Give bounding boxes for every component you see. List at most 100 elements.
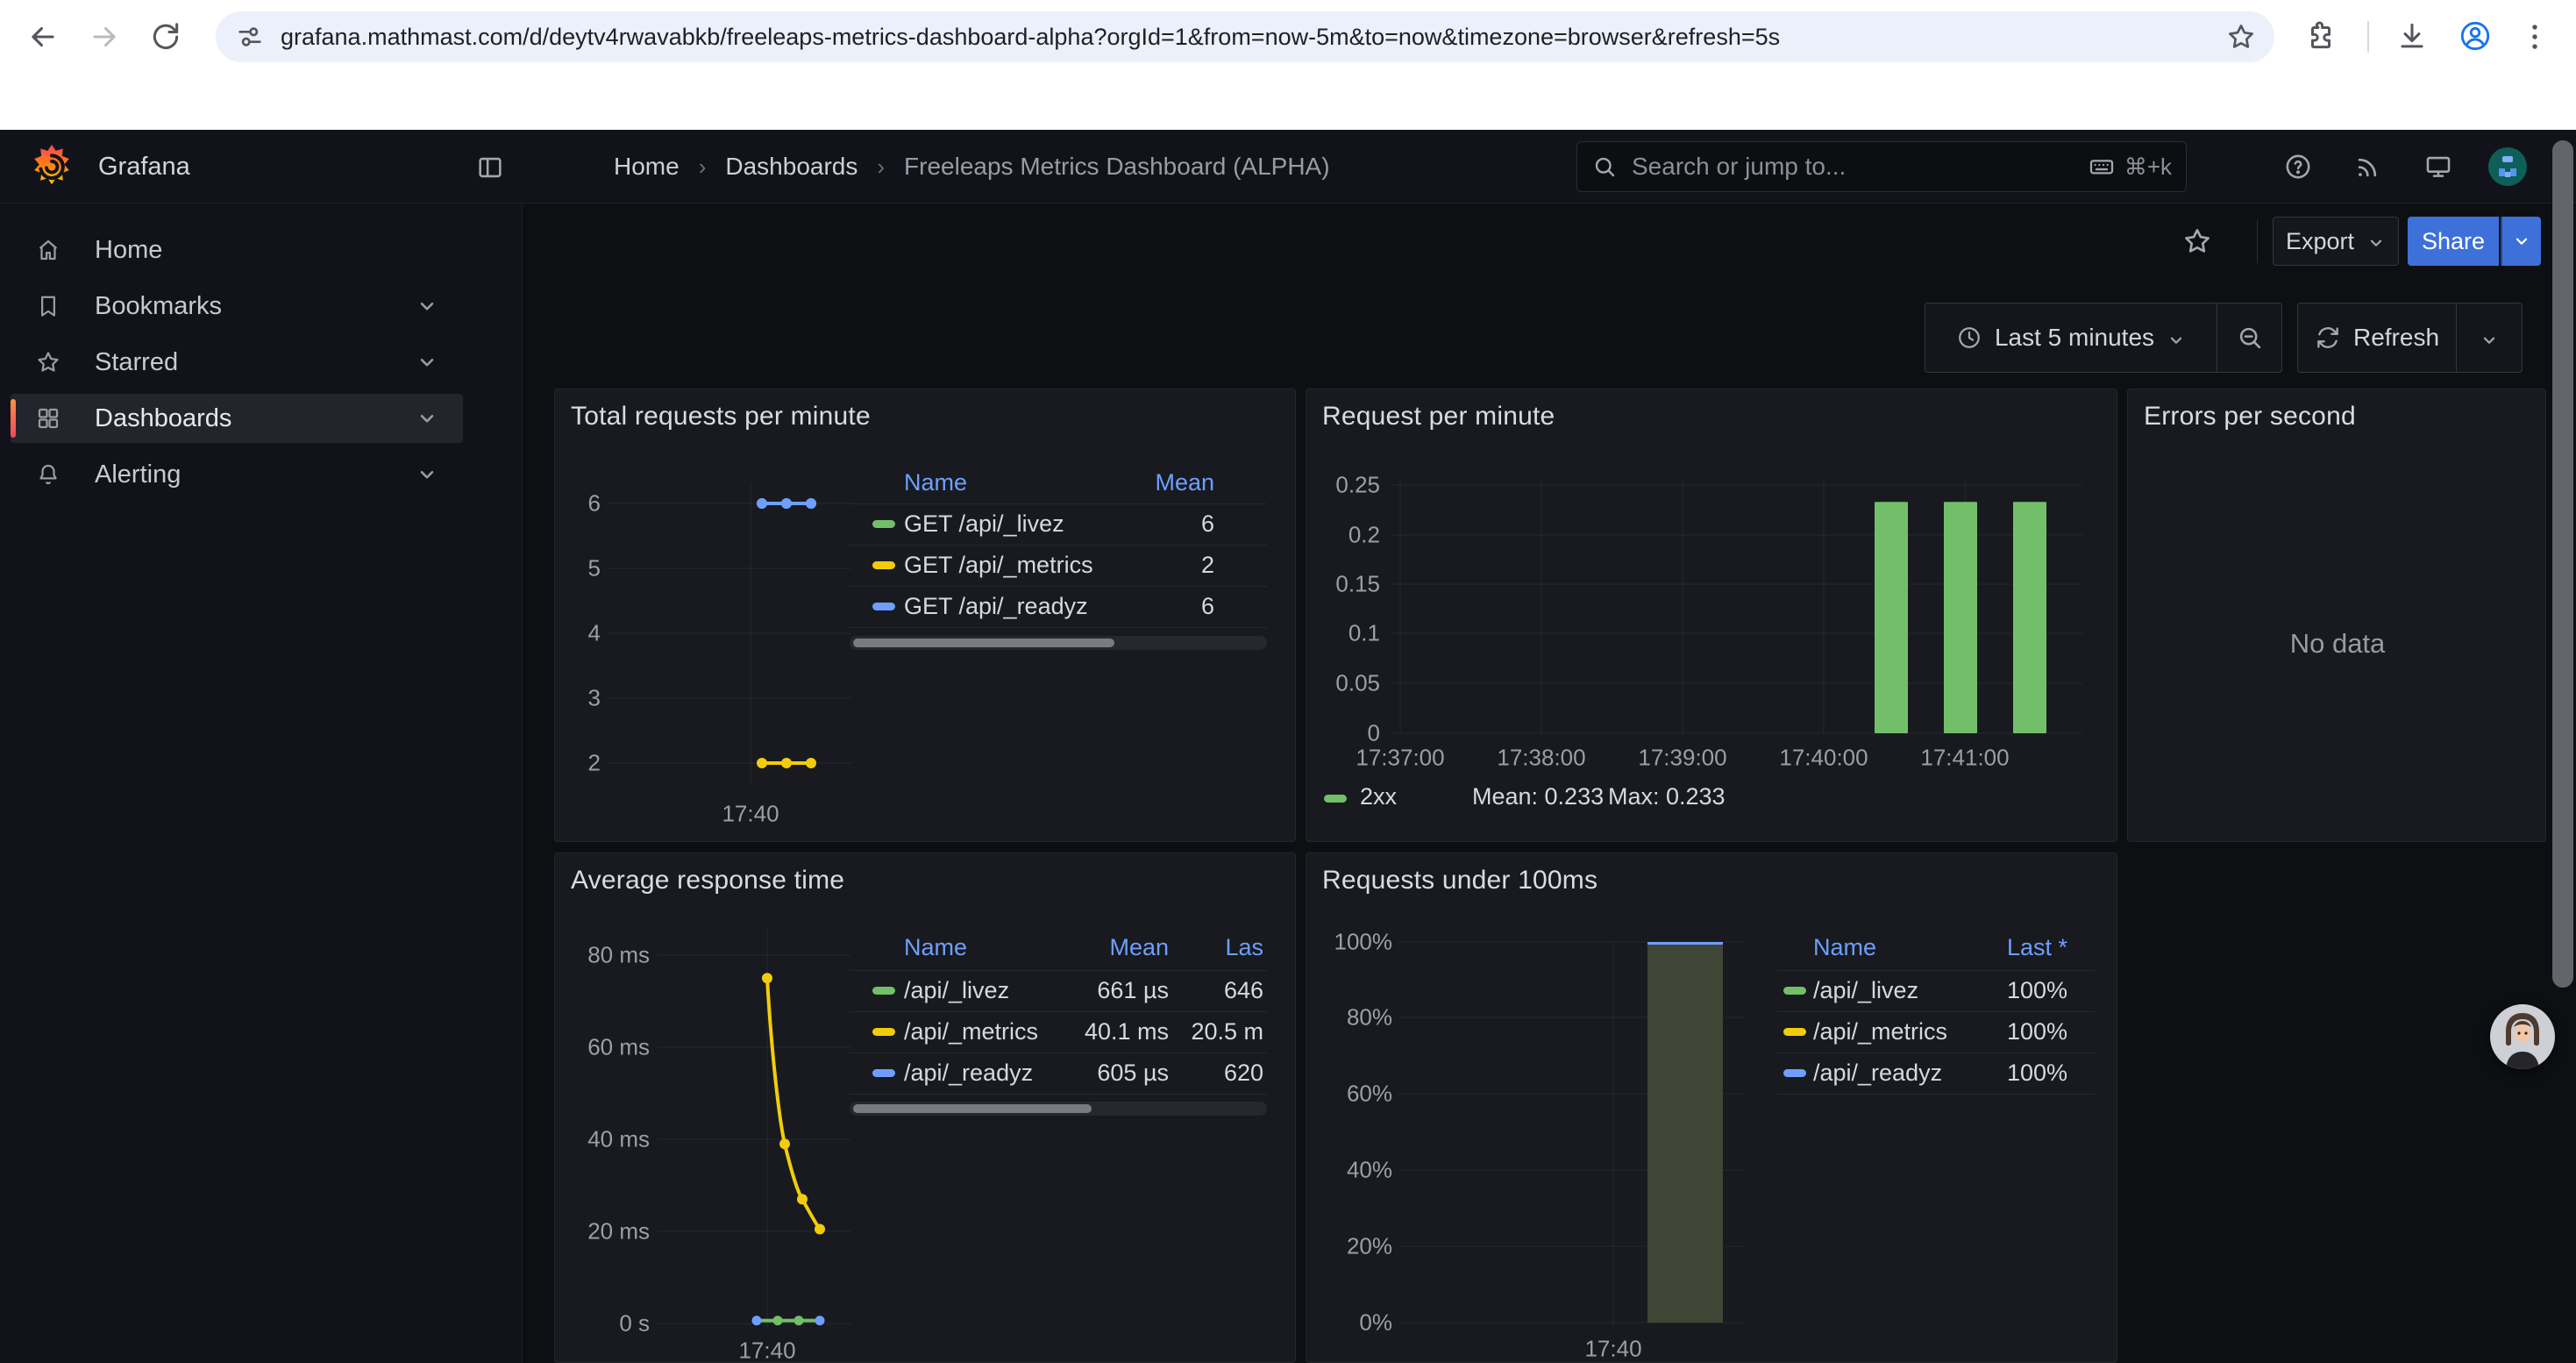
search-input[interactable] xyxy=(1630,152,2088,182)
legend-scrollbar-thumb[interactable] xyxy=(853,1104,1092,1113)
sidebar-toggle-icon[interactable] xyxy=(475,153,505,182)
time-range-picker[interactable]: Last 5 minutes xyxy=(1925,303,2217,372)
browser-toolbar: grafana.mathmast.com/d/deytv4rwavabkb/fr… xyxy=(0,0,2576,74)
keyboard-icon xyxy=(2088,153,2116,181)
legend-series-swatch xyxy=(872,561,895,569)
profile-avatar-icon[interactable] xyxy=(2459,19,2492,53)
url-text: grafana.mathmast.com/d/deytv4rwavabkb/fr… xyxy=(281,24,1780,51)
share-label: Share xyxy=(2422,228,2485,255)
panel-total-requests-per-minute[interactable]: Total requests per minute 6543217:40Name… xyxy=(554,389,1296,842)
sidebar-item-alerting[interactable]: Alerting xyxy=(11,450,463,499)
x-axis-tick-label: 17:38:00 xyxy=(1497,745,1585,772)
breadcrumb-item-2[interactable]: Freeleaps Metrics Dashboard (ALPHA) xyxy=(904,153,1330,181)
chevron-down-icon xyxy=(2167,328,2186,347)
legend-series-name[interactable]: /api/_readyz xyxy=(904,1060,1033,1087)
legend-series-name[interactable]: /api/_livez xyxy=(1813,977,1918,1004)
legend-header-last[interactable]: Las xyxy=(1225,934,1263,961)
chevron-down-icon xyxy=(2480,328,2499,347)
extensions-icon[interactable] xyxy=(2304,19,2338,53)
legend-header-name[interactable]: Name xyxy=(1813,934,1876,961)
legend-scrollbar-thumb[interactable] xyxy=(853,639,1114,647)
chart-request-per-minute[interactable] xyxy=(1306,389,2117,841)
help-icon[interactable] xyxy=(2283,152,2313,182)
downloads-icon[interactable] xyxy=(2395,19,2429,53)
zoom-out-button[interactable] xyxy=(2217,303,2281,372)
legend-series-name[interactable]: GET /api/_readyz xyxy=(904,593,1088,620)
panel-title[interactable]: Errors per second xyxy=(2144,402,2356,432)
y-axis-tick-label: 100% xyxy=(1334,929,1393,956)
legend-series-name[interactable]: GET /api/_livez xyxy=(904,510,1064,538)
y-axis-tick-label: 6 xyxy=(588,490,601,517)
panel-average-response-time[interactable]: Average response time 80 ms60 ms40 ms20 … xyxy=(554,853,1296,1363)
bookmark-page-star-icon[interactable] xyxy=(2225,21,2257,53)
search-box[interactable]: ⌘+k xyxy=(1576,141,2187,192)
shortcut-label: ⌘+k xyxy=(2124,153,2172,181)
legend-series-swatch xyxy=(1783,1069,1806,1077)
export-button[interactable]: Export xyxy=(2273,217,2399,266)
legend-value-mean: 661 µs xyxy=(1097,977,1169,1004)
legend-series-name[interactable]: /api/_metrics xyxy=(1813,1018,1947,1045)
grafana-header: Grafana Home›Dashboards›Freeleaps Metric… xyxy=(0,130,2576,203)
sidebar-item-dashboards[interactable]: Dashboards xyxy=(11,394,463,443)
refresh-interval-button[interactable] xyxy=(2456,303,2522,372)
chevron-down-icon[interactable] xyxy=(416,295,438,318)
legend-series-name[interactable]: GET /api/_metrics xyxy=(904,552,1093,579)
y-axis-tick-label: 20 ms xyxy=(587,1218,650,1245)
news-rss-icon[interactable] xyxy=(2353,152,2383,182)
kiosk-monitor-icon[interactable] xyxy=(2423,152,2453,182)
panel-requests-under-100ms[interactable]: Requests under 100ms 100%80%60%40%20%0%1… xyxy=(1306,853,2117,1363)
reload-icon[interactable] xyxy=(149,20,182,54)
time-controls: Last 5 minutes xyxy=(1925,303,2282,373)
y-axis-tick-label: 2 xyxy=(588,750,601,777)
panel-request-per-minute[interactable]: Request per minute 2xx Mean: 0.233 Max: … xyxy=(1306,389,2117,842)
y-axis-tick-label: 40% xyxy=(1347,1157,1392,1184)
page-scrollbar[interactable] xyxy=(2552,140,2573,988)
legend-divider xyxy=(850,627,1267,628)
floating-assistant-avatar[interactable] xyxy=(2490,1004,2555,1069)
chevron-down-icon[interactable] xyxy=(416,351,438,374)
active-indicator xyxy=(11,399,16,438)
chevron-down-icon[interactable] xyxy=(416,463,438,486)
legend-series-name[interactable]: /api/_readyz xyxy=(1813,1060,1942,1087)
legend-series-swatch xyxy=(872,1028,895,1036)
chart-requests-under-100ms[interactable] xyxy=(1306,853,2117,1362)
toolbar-divider xyxy=(2367,21,2369,53)
y-axis-tick-label: 60 ms xyxy=(587,1034,650,1061)
url-domain: grafana.mathmast.com xyxy=(281,24,523,50)
zoom-out-icon xyxy=(2236,324,2264,352)
legend-value-last: 100% xyxy=(2007,1060,2067,1087)
legend-header-name[interactable]: Name xyxy=(904,934,967,961)
panel-errors-per-second[interactable]: Errors per second No data xyxy=(2127,389,2546,842)
sidebar-item-starred[interactable]: Starred xyxy=(11,338,463,387)
site-settings-icon[interactable] xyxy=(235,22,265,52)
breadcrumb-item-0[interactable]: Home xyxy=(614,153,680,181)
favorite-dashboard-star-icon[interactable] xyxy=(2181,225,2213,257)
share-button[interactable]: Share xyxy=(2408,217,2499,266)
share-menu-button[interactable] xyxy=(2501,217,2541,266)
grafana-logo[interactable] xyxy=(26,141,77,192)
y-axis-tick-label: 4 xyxy=(588,620,601,647)
y-axis-tick-label: 0 s xyxy=(619,1310,650,1338)
forward-icon[interactable] xyxy=(88,20,121,54)
y-axis-tick-label: 80% xyxy=(1347,1004,1392,1031)
legend-value-last: 620 xyxy=(1224,1060,1263,1087)
url-bar[interactable]: grafana.mathmast.com/d/deytv4rwavabkb/fr… xyxy=(216,11,2274,62)
sidebar-item-bookmarks[interactable]: Bookmarks xyxy=(11,282,463,331)
legend-divider xyxy=(850,503,1267,504)
sidebar-item-home[interactable]: Home xyxy=(11,225,463,275)
legend-header-name[interactable]: Name xyxy=(904,469,967,496)
legend-series-name[interactable]: /api/_livez xyxy=(904,977,1009,1004)
refresh-button[interactable]: Refresh xyxy=(2298,303,2456,372)
legend-header-mean[interactable]: Mean xyxy=(1155,469,1214,496)
breadcrumb-item-1[interactable]: Dashboards xyxy=(725,153,857,181)
legend-divider xyxy=(1776,1094,2096,1095)
legend-series-swatch xyxy=(872,1069,895,1077)
user-avatar[interactable] xyxy=(2488,147,2527,186)
legend-series-name[interactable]: /api/_metrics xyxy=(904,1018,1038,1045)
legend-value-mean: 6 xyxy=(1201,510,1214,538)
legend-header-mean[interactable]: Mean xyxy=(1109,934,1169,961)
back-icon[interactable] xyxy=(26,20,60,54)
legend-header-last[interactable]: Last * xyxy=(2007,934,2067,961)
chevron-down-icon[interactable] xyxy=(416,407,438,430)
browser-menu-icon[interactable] xyxy=(2518,20,2551,54)
